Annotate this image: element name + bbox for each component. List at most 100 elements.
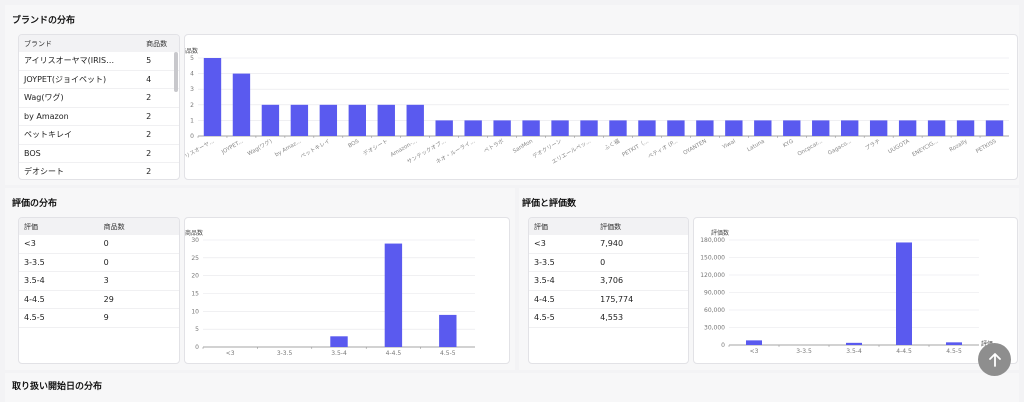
brand-column-header[interactable]: ブランド xyxy=(19,35,142,52)
start-date-section-title: 取り扱い開始日の分布 xyxy=(12,382,103,392)
table-row: JOYPET(ジョイペット) 4 xyxy=(19,70,179,89)
x-tick-label: BOS xyxy=(347,138,360,149)
brand-section-title: ブランドの分布 xyxy=(12,16,76,26)
x-tick-label: 3.5-4 xyxy=(331,350,347,357)
bar xyxy=(377,104,395,136)
x-tick-label: JOYPET... xyxy=(220,138,245,156)
table-row: 4.5-5 4,553 xyxy=(529,308,688,328)
rating-count-chart-card: 評価数 0 30,000 60,000 90,000 120,000 150,000 180,… xyxy=(693,217,1018,364)
table-row: Wag(ワグ) 2 xyxy=(19,88,179,108)
bar xyxy=(927,120,946,136)
bar xyxy=(406,104,424,136)
x-tick-label: SanMon xyxy=(512,138,534,154)
rating-count-table-card[interactable]: 評価 評価数 <3 7,940 3-3.5 0 3.5-4 3,706 4-4.5 17… xyxy=(528,217,689,364)
x-tick-label: 4-4.5 xyxy=(386,350,402,357)
x-tick-label: PETKISS xyxy=(975,138,998,155)
bar xyxy=(203,58,222,136)
count-column-header[interactable]: 商品数 xyxy=(141,35,179,52)
bar xyxy=(290,104,309,136)
bar xyxy=(841,120,859,136)
table-row: デオシート 2 xyxy=(19,162,179,179)
y-tick-label: 0 xyxy=(721,342,725,349)
bar xyxy=(580,120,598,136)
x-tick-label: デオシート xyxy=(361,137,389,158)
x-tick-label: OYANTEN xyxy=(683,139,708,157)
x-tick-label: KYG xyxy=(782,139,795,150)
x-tick-label: ペットキレイ xyxy=(299,138,331,161)
y-tick-label: 5 xyxy=(190,55,194,62)
y-axis-label: 評価数 xyxy=(711,229,729,237)
y-axis-label: 商品数 xyxy=(185,47,198,55)
y-tick-label: 120,000 xyxy=(700,272,725,279)
rating-count-section-title: 評価と評価数 xyxy=(522,199,577,209)
bar xyxy=(946,342,962,345)
x-tick-label: by Amaz... xyxy=(274,138,302,158)
y-tick-label: 25 xyxy=(191,255,199,262)
y-tick-label: 15 xyxy=(191,291,199,298)
x-tick-label: Wag(ワグ) xyxy=(246,137,274,158)
x-tick-label: 4-4.5 xyxy=(896,348,912,355)
table-row: 4-4.5 29 xyxy=(19,290,179,309)
y-tick-label: 30,000 xyxy=(704,325,725,332)
table-row: 4.5-5 9 xyxy=(19,308,179,328)
rating-table: 評価 商品数 <3 0 3-3.5 0 3.5-4 3 4-4.5 29 4.5-5 9 xyxy=(19,218,179,328)
y-tick-label: 3 xyxy=(190,86,194,93)
bar xyxy=(985,120,1004,136)
brand-chart-card: 商品数 0 1 2 3 4 5 イリスオーヤ...JOYPET...Wag(ワグ)by Ama… xyxy=(184,34,1018,180)
bar xyxy=(261,104,280,136)
scroll-to-top-button[interactable] xyxy=(978,343,1011,376)
x-tick-label: <3 xyxy=(226,350,235,357)
x-tick-label: ペトラボ xyxy=(482,137,505,155)
bar xyxy=(896,242,912,345)
x-tick-label: 3-3.5 xyxy=(277,350,293,357)
bar xyxy=(330,336,348,347)
bar xyxy=(439,314,457,347)
y-tick-label: 10 xyxy=(191,308,199,315)
table-row: <3 0 xyxy=(19,235,179,254)
x-tick-label: ペティオ (P... xyxy=(647,138,680,161)
x-tick-label: プラチ xyxy=(864,138,882,152)
y-tick-label: 0 xyxy=(190,133,194,140)
brand-table-scrollbar[interactable] xyxy=(174,52,178,92)
bar xyxy=(435,120,453,136)
start-date-section xyxy=(5,373,1019,402)
rating-table-card[interactable]: 評価 商品数 <3 0 3-3.5 0 3.5-4 3 4-4.5 29 4.5-5 9 xyxy=(18,217,180,364)
bar xyxy=(696,120,714,136)
brand-table: ブランド 商品数 アイリスオーヤマ(IRIS… 5 JOYPET(ジョイペット) 4… xyxy=(19,35,179,179)
x-tick-label: 3.5-4 xyxy=(846,348,862,355)
table-row: 4-4.5 175,774 xyxy=(529,290,688,309)
table-row: BOS 2 xyxy=(19,144,179,163)
y-tick-label: 4 xyxy=(190,71,194,78)
x-tick-label: Latuna xyxy=(746,139,765,154)
table-row: <3 7,940 xyxy=(529,235,688,254)
brand-table-card[interactable]: ブランド 商品数 アイリスオーヤマ(IRIS… 5 JOYPET(ジョイペット) 4… xyxy=(18,34,180,180)
arrow-up-icon xyxy=(988,352,1001,367)
rating-count-column-header[interactable]: 評価数 xyxy=(595,218,688,235)
bar xyxy=(493,120,511,136)
bar xyxy=(746,340,762,345)
table-row: by Amazon 2 xyxy=(19,107,179,126)
bar xyxy=(522,120,540,136)
rating-column-header[interactable]: 評価 xyxy=(529,218,596,235)
x-tick-label: Oncpcar... xyxy=(797,138,824,157)
x-tick-label: <3 xyxy=(750,348,759,355)
y-tick-label: 180,000 xyxy=(700,237,725,244)
bar xyxy=(783,120,801,136)
table-row: 3-3.5 0 xyxy=(19,253,179,272)
y-tick-label: 30 xyxy=(191,237,199,244)
y-tick-label: 0 xyxy=(195,344,199,351)
bar xyxy=(667,120,685,136)
bar xyxy=(869,120,888,136)
x-tick-label: 3-3.5 xyxy=(796,348,812,355)
rating-bar-chart: 商品数 0 5 10 15 20 25 30 <3 3-3.5 3.5-4 4-4.5 4.5-5 xyxy=(185,229,475,357)
table-row: アイリスオーヤマ(IRIS… 5 xyxy=(19,52,179,71)
rating-column-header[interactable]: 評価 xyxy=(19,218,99,235)
count-column-header[interactable]: 商品数 xyxy=(98,218,179,235)
x-tick-label: Rozally xyxy=(949,138,970,153)
bar xyxy=(232,73,251,136)
bar xyxy=(384,243,403,347)
bar xyxy=(609,120,627,136)
x-tick-label: Yiwal xyxy=(721,138,737,151)
y-axis-label: 商品数 xyxy=(185,229,203,237)
rating-section-title: 評価の分布 xyxy=(12,199,58,209)
